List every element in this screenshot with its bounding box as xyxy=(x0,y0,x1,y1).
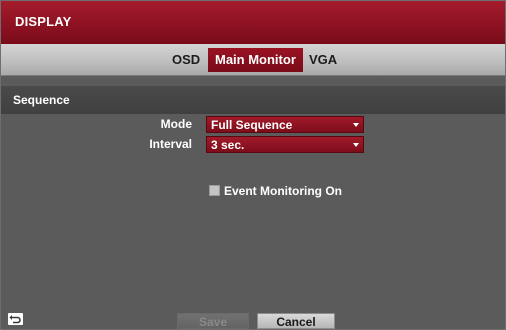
chevron-down-icon xyxy=(353,123,359,127)
mode-label: Mode xyxy=(160,117,192,131)
back-arrow-icon[interactable] xyxy=(8,313,23,325)
settings-panel: Sequence Mode Full Sequence Interval 3 s… xyxy=(1,76,505,329)
event-monitoring-label: Event Monitoring On xyxy=(224,184,342,198)
section-title: Sequence xyxy=(13,93,70,107)
title-bar: DISPLAY xyxy=(1,1,505,44)
tab-strip: OSD Main Monitor VGA xyxy=(1,44,505,76)
interval-value: 3 sec. xyxy=(211,138,245,152)
cancel-button[interactable]: Cancel xyxy=(257,313,335,329)
chevron-down-icon xyxy=(353,143,359,147)
save-button[interactable]: Save xyxy=(177,313,249,329)
mode-value: Full Sequence xyxy=(211,118,293,132)
display-dialog: DISPLAY OSD Main Monitor VGA Sequence Mo… xyxy=(0,0,506,330)
tab-vga[interactable]: VGA xyxy=(302,48,344,72)
mode-select[interactable]: Full Sequence xyxy=(206,116,364,133)
window-title: DISPLAY xyxy=(15,14,72,29)
interval-label: Interval xyxy=(149,137,192,151)
section-header: Sequence xyxy=(1,86,505,114)
event-monitoring-checkbox[interactable] xyxy=(209,185,220,196)
interval-select[interactable]: 3 sec. xyxy=(206,136,364,153)
tab-main-monitor[interactable]: Main Monitor xyxy=(208,48,303,72)
tab-osd[interactable]: OSD xyxy=(165,48,207,72)
